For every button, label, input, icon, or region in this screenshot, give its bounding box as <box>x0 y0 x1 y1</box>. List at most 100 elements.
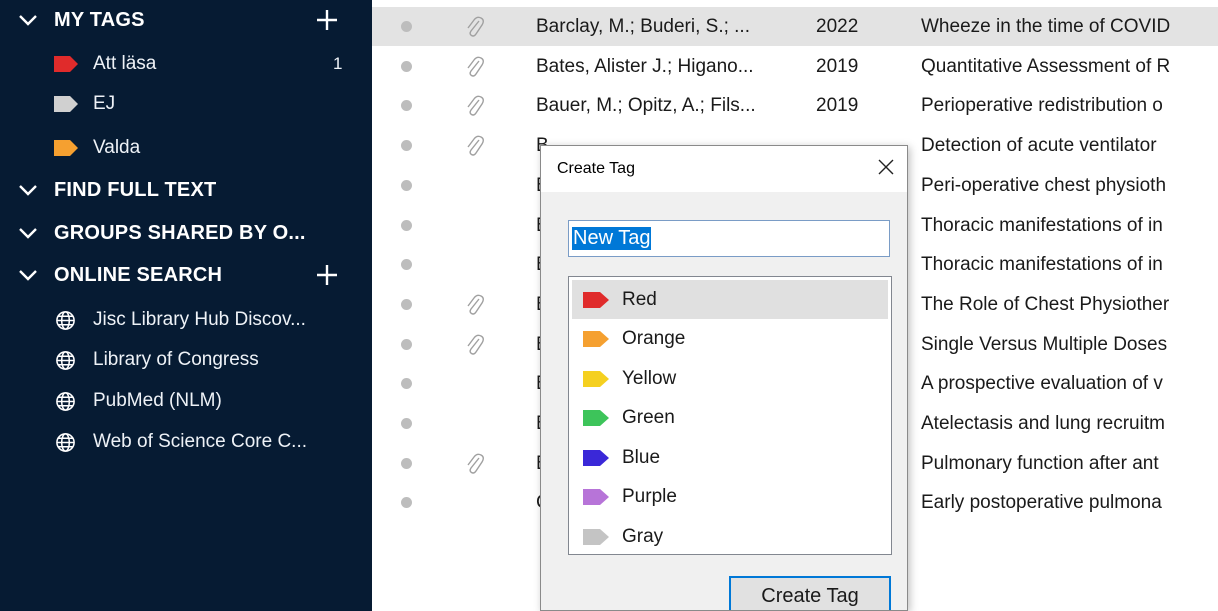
search-source-label: PubMed (NLM) <box>93 390 222 411</box>
tag-label: Att läsa <box>93 53 157 74</box>
title-cell: Perioperative redistribution o <box>921 95 1163 117</box>
tag-name-input[interactable]: New Tag <box>568 220 890 257</box>
read-status-dot <box>401 457 412 469</box>
title-cell: Atelectasis and lung recruitm <box>921 413 1165 434</box>
read-status-dot <box>401 219 412 231</box>
color-option-blue[interactable]: Blue <box>572 438 888 477</box>
dialog-title: Create Tag <box>557 160 635 177</box>
read-status-dot <box>401 378 412 390</box>
section-label: MY TAGS <box>54 8 145 31</box>
color-label: Yellow <box>622 367 677 389</box>
tag-swatch-shape <box>54 56 78 72</box>
read-status-dot <box>401 140 412 152</box>
section-my-tags[interactable]: MY TAGS <box>0 0 372 40</box>
paperclip-icon[interactable] <box>463 293 485 317</box>
search-source-wos[interactable]: Web of Science Core C... <box>0 422 372 462</box>
add-search-icon[interactable] <box>316 264 338 286</box>
title-cell: The Role of Chest Physiother <box>921 293 1170 315</box>
read-status-dot <box>401 259 412 271</box>
paperclip-icon[interactable] <box>463 15 485 39</box>
section-label: FIND FULL TEXT <box>54 178 217 201</box>
tag-color-icon <box>583 449 609 466</box>
close-icon[interactable] <box>877 158 895 176</box>
creator-cell: Bauer, M.; Opitz, A.; Fils... <box>536 95 756 117</box>
search-source-loc[interactable]: Library of Congress <box>0 340 372 380</box>
paperclip-icon[interactable] <box>463 55 485 79</box>
chevron-down-icon[interactable] <box>17 264 39 286</box>
title-cell: Single Versus Multiple Doses <box>921 333 1168 355</box>
add-tag-icon[interactable] <box>316 9 338 31</box>
color-option-orange[interactable]: Orange <box>572 320 888 359</box>
tag-color-icon <box>583 410 609 426</box>
color-option-red[interactable]: Red <box>572 280 888 319</box>
color-option-purple[interactable]: Purple <box>572 478 888 517</box>
read-status-dot <box>401 338 412 350</box>
title-cell: A prospective evaluation of v <box>921 373 1163 395</box>
year-cell: 2019 <box>816 95 859 117</box>
read-status-dot <box>401 60 412 72</box>
section-online-search[interactable]: ONLINE SEARCH <box>0 255 372 295</box>
paperclip-icon[interactable] <box>463 333 485 357</box>
tag-item-valda[interactable]: Valda <box>0 128 372 168</box>
color-label: Purple <box>622 486 677 507</box>
search-source-label: Library of Congress <box>93 349 259 370</box>
section-groups-shared[interactable]: GROUPS SHARED BY O... <box>0 213 372 253</box>
tag-color-icon <box>54 56 78 72</box>
title-cell: Early postoperative pulmona <box>921 492 1162 514</box>
table-row[interactable]: Bates, Alister J.; Higano... 2019 Quantita… <box>372 47 1218 86</box>
color-list[interactable]: Red Orange Yellow Green Blue Purple Gray <box>568 276 892 555</box>
color-option-green[interactable]: Green <box>572 399 888 438</box>
tag-color-icon <box>583 528 609 545</box>
search-source-pubmed[interactable]: PubMed (NLM) <box>0 381 372 421</box>
chevron-down-icon[interactable] <box>17 9 39 31</box>
tag-label: Valda <box>93 137 141 158</box>
tag-swatch-shape <box>54 96 78 112</box>
tag-swatch-shape <box>54 140 78 156</box>
paperclip-icon[interactable] <box>463 94 485 118</box>
read-status-dot <box>401 497 412 509</box>
globe-icon <box>56 432 75 452</box>
chevron-down-icon[interactable] <box>17 179 39 201</box>
section-find-full-text[interactable]: FIND FULL TEXT <box>0 170 372 210</box>
read-status-dot <box>401 100 412 112</box>
color-label: Blue <box>622 446 661 468</box>
create-tag-button[interactable]: Create Tag <box>729 576 891 610</box>
tag-color-icon <box>583 291 609 308</box>
tag-color-icon <box>583 370 609 387</box>
title-cell: Pulmonary function after ant <box>921 452 1159 474</box>
tag-name-value: New Tag <box>572 227 652 250</box>
search-source-jisc[interactable]: Jisc Library Hub Discov... <box>0 300 372 340</box>
color-option-yellow[interactable]: Yellow <box>572 359 888 398</box>
globe-icon <box>56 310 75 330</box>
search-source-label: Web of Science Core C... <box>93 431 308 452</box>
year-cell: 2019 <box>816 55 859 77</box>
read-status-dot <box>401 298 412 310</box>
year-cell: 2022 <box>816 16 859 37</box>
table-row[interactable]: Bauer, M.; Opitz, A.; Fils... 2019 Periope… <box>372 86 1218 125</box>
color-option-gray[interactable]: Gray <box>572 517 888 554</box>
tag-item-ej[interactable]: EJ <box>0 84 372 124</box>
read-status-dot <box>401 21 412 32</box>
dialog-titlebar[interactable]: Create Tag <box>541 146 907 192</box>
chevron-down-icon[interactable] <box>17 222 39 244</box>
title-cell: Detection of acute ventilator <box>921 135 1157 157</box>
paperclip-icon[interactable] <box>463 134 485 158</box>
creator-cell: Barclay, M.; Buderi, S.; ... <box>536 16 750 37</box>
tag-color-icon <box>54 140 78 156</box>
color-label: Gray <box>622 525 664 547</box>
section-label: ONLINE SEARCH <box>54 263 223 286</box>
sidebar: MY TAGS Att läsa 1 EJ Valda FIND FULL TE… <box>0 0 372 611</box>
globe-icon <box>56 350 75 370</box>
table-row[interactable]: Barclay, M.; Buderi, S.; ... 2022 Wheeze i… <box>372 7 1218 46</box>
color-label: Orange <box>622 328 686 349</box>
tag-color-icon <box>583 331 609 347</box>
globe-icon <box>56 391 75 411</box>
tag-count: 1 <box>333 54 343 73</box>
paperclip-icon[interactable] <box>463 452 485 476</box>
tag-item-att-lasa[interactable]: Att läsa 1 <box>0 44 372 84</box>
creator-cell: Bates, Alister J.; Higano... <box>536 55 754 77</box>
tag-color-icon <box>54 96 78 112</box>
read-status-dot <box>401 418 412 429</box>
search-source-label: Jisc Library Hub Discov... <box>93 309 306 330</box>
create-tag-dialog: Create Tag New Tag Red Orange Yellow Green B… <box>540 145 908 611</box>
